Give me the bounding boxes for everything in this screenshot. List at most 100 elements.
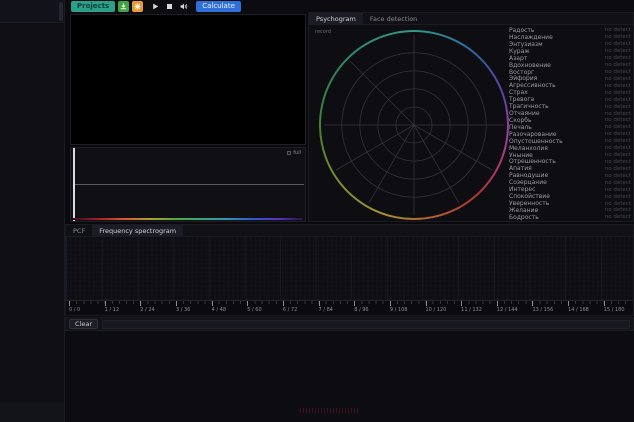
- sidebar-header: [0, 0, 64, 23]
- emotion-row: Равнодушиеno detect: [509, 172, 631, 179]
- emotion-row: Печальno detect: [509, 124, 631, 131]
- clear-button[interactable]: Clear: [69, 319, 98, 329]
- axis-tick: 6 / 72: [283, 301, 297, 313]
- tick-label: 10 / 120: [426, 307, 447, 313]
- waveform-colorbar: [73, 218, 303, 220]
- tick-label: 15 / 180: [604, 307, 625, 313]
- axis-tick: 9 / 108: [390, 301, 408, 313]
- psychogram-tab-bar: Psychogram Face detection: [309, 13, 633, 25]
- emotion-row: Наслаждениеno detect: [509, 34, 631, 41]
- axis-tick: 13 / 156: [532, 301, 553, 313]
- spectrogram-tab-bar: PCF Frequency spectrogram: [66, 225, 633, 237]
- full-toggle[interactable]: full: [287, 150, 301, 156]
- psychogram-panel: Psychogram Face detection record: [308, 12, 634, 222]
- emotion-row: Страхno detect: [509, 89, 631, 96]
- emotion-value: no detect: [605, 131, 631, 137]
- emotion-value: no detect: [605, 207, 631, 213]
- emotion-row: Опустошенностьno detect: [509, 138, 631, 145]
- tick-label: 7 / 84: [319, 307, 333, 313]
- gear-icon: [134, 3, 141, 10]
- emotion-value: no detect: [605, 97, 631, 103]
- audio-waveform-panel[interactable]: full: [70, 147, 306, 222]
- tick-mark: [532, 301, 533, 306]
- axis-tick: 3 / 36: [176, 301, 190, 313]
- tick-label: 11 / 132: [461, 307, 482, 313]
- spectrogram-section: PCF Frequency spectrogram 0 / 0 1 / 12 2 /…: [65, 224, 634, 316]
- tab-pcf[interactable]: PCF: [66, 225, 92, 236]
- emotion-value: no detect: [605, 145, 631, 151]
- emotion-row: Отчаяниеno detect: [509, 110, 631, 117]
- tab-frequency-spectrogram[interactable]: Frequency spectrogram: [92, 225, 183, 236]
- tick-label: 3 / 36: [176, 307, 190, 313]
- emotion-row: Отрешенностьno detect: [509, 159, 631, 166]
- projects-sidebar: [0, 0, 65, 422]
- emotion-value: no detect: [605, 27, 631, 33]
- settings-button[interactable]: [132, 1, 143, 12]
- emotion-row: Агрессивностьno detect: [509, 82, 631, 89]
- tick-label: 14 / 168: [568, 307, 589, 313]
- emotion-row: Желаниеno detect: [509, 207, 631, 214]
- tick-label: 0 / 0: [69, 307, 80, 313]
- sidebar-footer: [0, 402, 64, 422]
- emotion-row: Созерцаниеno detect: [509, 179, 631, 186]
- emotion-value: no detect: [605, 138, 631, 144]
- emotion-value: no detect: [605, 173, 631, 179]
- tick-label: 2 / 24: [140, 307, 154, 313]
- emotion-list: Радостьno detectНаслаждениеno detectЭнту…: [509, 27, 631, 221]
- axis-tick: 4 / 48: [212, 301, 226, 313]
- import-icon: [120, 3, 127, 10]
- tick-label: 9 / 108: [390, 307, 408, 313]
- emotion-row: Бодростьno detect: [509, 214, 631, 221]
- app-window: Projects Calculate: [0, 0, 634, 422]
- tick-mark: [354, 301, 355, 306]
- emotion-value: no detect: [605, 90, 631, 96]
- tick-mark: [426, 301, 427, 306]
- projects-button[interactable]: Projects: [71, 1, 115, 12]
- emotion-value: no detect: [605, 166, 631, 172]
- axis-tick: 10 / 120: [426, 301, 447, 313]
- emotion-value: no detect: [605, 180, 631, 186]
- emotion-value: no detect: [605, 83, 631, 89]
- tick-mark: [461, 301, 462, 306]
- emotion-value: no detect: [605, 76, 631, 82]
- spectrogram-ruler: 0 / 01 / 122 / 243 / 364 / 485 / 606 / 7…: [66, 300, 633, 315]
- tick-mark: [497, 301, 498, 306]
- full-checkbox[interactable]: [287, 151, 291, 155]
- tick-label: 1 / 12: [105, 307, 119, 313]
- emotion-value: no detect: [605, 159, 631, 165]
- emotion-value: no detect: [605, 62, 631, 68]
- tab-face-detection[interactable]: Face detection: [363, 13, 424, 24]
- emotion-value: no detect: [605, 41, 631, 47]
- volume-icon: [180, 3, 188, 10]
- stop-button[interactable]: [164, 1, 175, 12]
- emotion-value: no detect: [605, 55, 631, 61]
- video-preview: [70, 14, 306, 145]
- axis-tick: 1 / 12: [105, 301, 119, 313]
- emotion-row: Разочарованиеno detect: [509, 131, 631, 138]
- axis-tick: 0 / 0: [69, 301, 80, 313]
- play-button[interactable]: [150, 1, 161, 12]
- tick-mark: [390, 301, 391, 306]
- emotion-row: Радостьno detect: [509, 27, 631, 34]
- emotion-row: Апатияno detect: [509, 165, 631, 172]
- tick-mark: [568, 301, 569, 306]
- emotion-row: Тревогаno detect: [509, 96, 631, 103]
- emotion-value: no detect: [605, 117, 631, 123]
- spectrogram-canvas[interactable]: [66, 237, 633, 300]
- tick-label: 4 / 48: [212, 307, 226, 313]
- full-label: full: [293, 150, 301, 156]
- progress-track: [102, 320, 630, 329]
- emotion-value: no detect: [605, 194, 631, 200]
- axis-tick: 11 / 132: [461, 301, 482, 313]
- tick-mark: [212, 301, 213, 306]
- volume-button[interactable]: [178, 1, 189, 12]
- import-button[interactable]: [118, 1, 129, 12]
- sidebar-scrollbar[interactable]: [59, 2, 63, 21]
- polar-grid: [319, 30, 509, 220]
- tick-mark: [319, 301, 320, 306]
- axis-tick: 12 / 144: [497, 301, 518, 313]
- emotion-row: Вдохновениеno detect: [509, 62, 631, 69]
- tab-psychogram[interactable]: Psychogram: [309, 13, 363, 24]
- emotion-value: no detect: [605, 111, 631, 117]
- calculate-button[interactable]: Calculate: [196, 1, 241, 12]
